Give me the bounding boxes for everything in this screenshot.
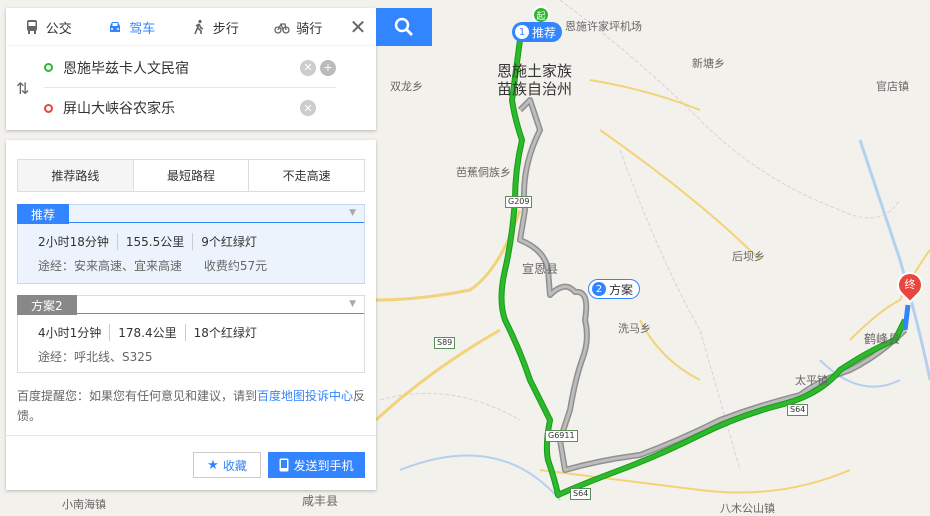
route-2-distance: 178.4公里 <box>109 324 184 341</box>
mode-bus-label: 公交 <box>45 21 72 37</box>
route-1-distance: 155.5公里 <box>116 233 192 250</box>
route-2-via-roads: 途经：呼北线、S325 <box>38 350 153 364</box>
city-line-1: 恩施土家族 <box>497 62 573 80</box>
mode-walk[interactable]: 步行 <box>173 8 257 46</box>
road-shield-g6911: G6911 <box>545 430 578 442</box>
recommend-num: 1 <box>515 25 529 39</box>
route-2-via: 途经：呼北线、S325 <box>38 348 171 365</box>
results-footer: ★ 收藏 发送到手机 <box>6 435 376 478</box>
route-2-time: 4小时1分钟 <box>38 326 102 340</box>
road-shield-s89: S89 <box>434 337 456 349</box>
end-marker-label: 终 <box>904 278 916 291</box>
end-input[interactable]: 屏山大峡谷农家乐 <box>63 98 296 118</box>
route-1-tag: 推荐 <box>17 204 70 224</box>
route-2-expand-icon[interactable]: ▼ <box>349 299 356 309</box>
map-label-xiaonanhai: 小南海镇 <box>62 498 106 511</box>
plan2-marker-label: 方案 <box>609 282 634 297</box>
route-option-2[interactable]: 方案2 ▼ 4小时1分钟 178.4公里 18个红绿灯 途经：呼北线、S325 <box>17 295 365 373</box>
mode-car[interactable]: 驾车 <box>90 8 174 46</box>
route-2-lights: 18个红绿灯 <box>184 324 265 341</box>
notice-prefix: 百度提醒您：如果您有任何意见和建议，请到 <box>17 389 258 403</box>
phone-icon <box>279 458 289 472</box>
map-label-xuanen: 宣恩县 <box>522 262 559 276</box>
map-label-xintang: 新塘乡 <box>692 57 725 70</box>
clear-end-icon[interactable]: ✕ <box>300 100 316 116</box>
favorite-button[interactable]: ★ 收藏 <box>193 452 261 478</box>
search-icon <box>394 17 413 36</box>
road-shield-s64-b: S64 <box>787 404 809 416</box>
route-1-via: 途经：安来高速、宜来高速 收费约57元 <box>38 257 285 274</box>
start-input-row[interactable]: 恩施毕兹卡人文民宿 ✕ + <box>44 48 336 88</box>
route-1-tagline <box>18 205 364 223</box>
results-panel: 推荐路线 最短路程 不走高速 推荐 ▼ 2小时18分钟 155.5公里 9个红绿… <box>6 140 376 490</box>
close-icon[interactable]: ✕ <box>340 15 376 39</box>
tab-recommended[interactable]: 推荐路线 <box>18 160 134 191</box>
complaint-center-link[interactable]: 百度地图投诉中心 <box>257 389 353 403</box>
route-1-time: 2小时18分钟 <box>38 235 109 249</box>
feedback-notice: 百度提醒您：如果您有任何意见和建议，请到百度地图投诉中心反馈。 <box>17 386 367 426</box>
swap-icon[interactable]: ⇅ <box>16 79 29 98</box>
route-1-via-roads: 途经：安来高速、宜来高速 <box>38 259 183 273</box>
map-label-xima: 洗马乡 <box>618 322 651 335</box>
start-dot-icon <box>44 63 53 72</box>
map-label-hefeng: 鹤峰县 <box>864 332 901 346</box>
mode-walk-label: 步行 <box>212 21 239 37</box>
favorite-label: 收藏 <box>222 458 247 473</box>
map-label-shuanglong: 双龙乡 <box>390 80 423 93</box>
car-icon <box>110 22 121 32</box>
map-city-label: 恩施土家族 苗族自治州 <box>497 62 572 98</box>
road-shield-s64-a: S64 <box>570 488 592 500</box>
tab-shortest[interactable]: 最短路程 <box>134 160 250 191</box>
plan2-num: 2 <box>592 282 606 296</box>
mode-car-label: 驾车 <box>129 21 156 37</box>
city-line-2: 苗族自治州 <box>497 80 573 98</box>
mode-bike-label: 骑行 <box>296 21 323 37</box>
route-2-stats: 4小时1分钟 178.4公里 18个红绿灯 <box>38 324 265 341</box>
end-dot-icon <box>44 103 53 113</box>
road-shield-g209: G209 <box>505 196 533 208</box>
route-2-tag: 方案2 <box>17 295 77 315</box>
map-label-guandian: 官店镇 <box>876 80 909 93</box>
mode-bike[interactable]: 骑行 <box>257 8 341 46</box>
send-label: 发送到手机 <box>293 458 354 473</box>
route-1-expand-icon[interactable]: ▼ <box>349 208 356 218</box>
route-tabs: 推荐路线 最短路程 不走高速 <box>17 159 365 192</box>
star-icon: ★ <box>207 457 219 473</box>
map-label-taiping: 太平镇 <box>795 374 828 387</box>
recommend-route-marker[interactable]: 1 推荐 <box>512 22 563 42</box>
tab-no-highway[interactable]: 不走高速 <box>249 160 364 191</box>
route-inputs: ⇅ 恩施毕兹卡人文民宿 ✕ + 屏山大峡谷农家乐 ✕ <box>6 46 376 130</box>
transport-mode-bar: 公交 驾车 步行 骑行 ✕ <box>6 8 376 46</box>
route-option-1[interactable]: 推荐 ▼ 2小时18分钟 155.5公里 9个红绿灯 途经：安来高速、宜来高速 … <box>17 204 365 284</box>
start-marker-label: 起 <box>536 11 546 22</box>
bus-icon <box>26 20 37 34</box>
map-label-xianfeng: 咸丰县 <box>302 494 339 508</box>
route-1-stats: 2小时18分钟 155.5公里 9个红绿灯 <box>38 233 265 250</box>
search-button[interactable] <box>376 8 432 46</box>
recommend-marker-label: 推荐 <box>532 25 557 40</box>
clear-start-icon[interactable]: ✕ <box>300 59 316 76</box>
send-to-phone-button[interactable]: 发送到手机 <box>268 452 365 478</box>
map-label-airport: 恩施许家坪机场 <box>565 20 642 33</box>
walk-icon <box>193 19 204 35</box>
end-input-row[interactable]: 屏山大峡谷农家乐 ✕ <box>44 88 336 128</box>
add-waypoint-icon[interactable]: + <box>320 59 336 76</box>
route-1-lights: 9个红绿灯 <box>192 233 265 250</box>
map-label-bajiao: 芭蕉侗族乡 <box>456 166 511 179</box>
map-label-houba: 后坝乡 <box>732 250 765 263</box>
map-label-bamu: 八木公山镇 <box>720 502 775 515</box>
plan2-route-marker[interactable]: 2 方案 <box>588 279 641 299</box>
route-1-toll: 收费约57元 <box>203 259 268 273</box>
mode-bus[interactable]: 公交 <box>6 8 90 46</box>
start-input[interactable]: 恩施毕兹卡人文民宿 <box>63 58 296 78</box>
bike-icon <box>274 23 290 34</box>
